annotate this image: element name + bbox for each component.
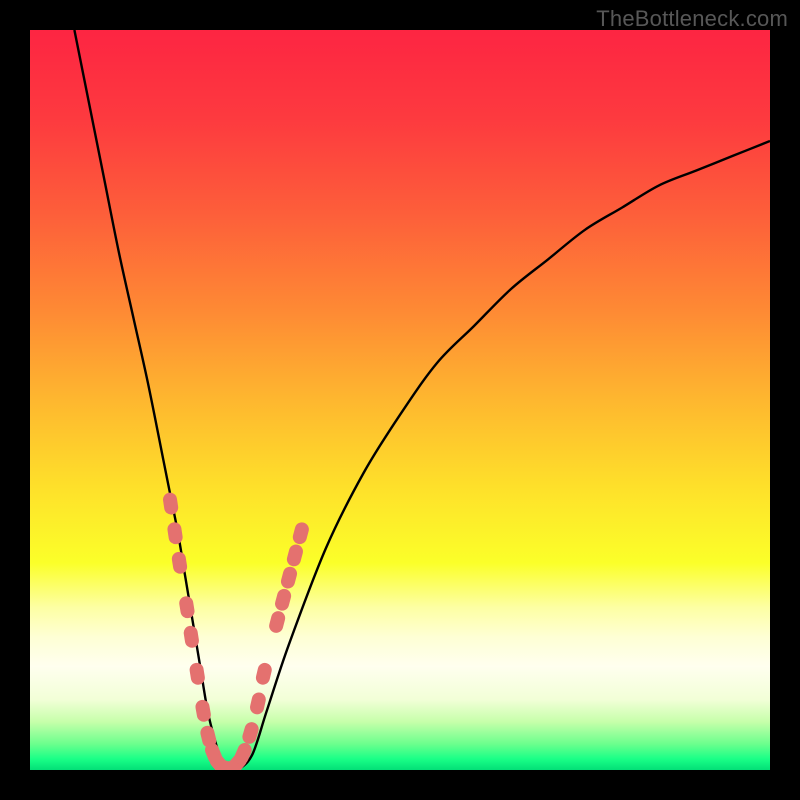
- chart-stage: TheBottleneck.com: [0, 0, 800, 800]
- curve-layer: [30, 30, 770, 770]
- bottleneck-curve: [74, 30, 770, 770]
- bead-markers: [162, 492, 310, 770]
- bead-marker: [291, 521, 310, 546]
- bead-marker: [273, 587, 292, 612]
- bead-marker: [162, 492, 179, 516]
- plot-area: [30, 30, 770, 770]
- bead-marker: [268, 610, 287, 635]
- bead-marker: [285, 543, 304, 568]
- bead-marker: [254, 661, 273, 686]
- watermark-text: TheBottleneck.com: [596, 6, 788, 32]
- bead-marker: [279, 565, 298, 590]
- bead-marker: [249, 691, 267, 716]
- bead-marker: [166, 521, 183, 545]
- bead-marker: [183, 625, 200, 649]
